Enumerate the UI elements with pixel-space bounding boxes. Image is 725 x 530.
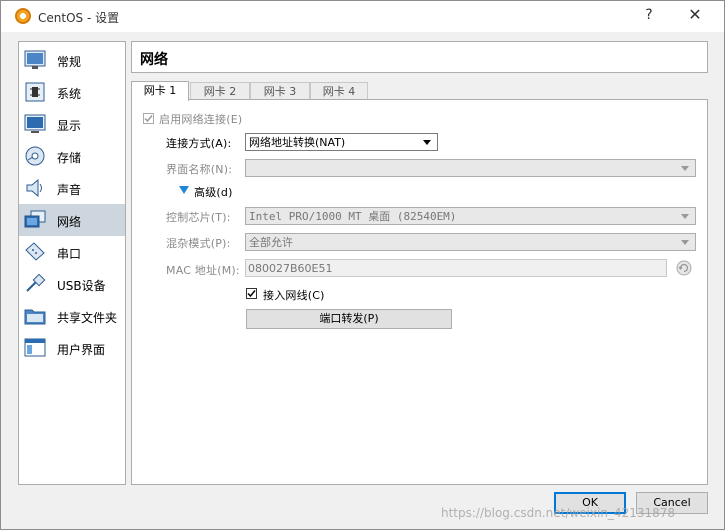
chevron-down-icon bbox=[681, 240, 689, 245]
mac-address-label: MAC 地址(M): bbox=[166, 264, 240, 277]
sidebar-item-usb[interactable]: USB设备 bbox=[19, 268, 125, 300]
sidebar-item-system[interactable]: 系统 bbox=[19, 76, 125, 108]
page-header: 网络 bbox=[131, 41, 708, 73]
watermark-text: https://blog.csdn.net/weixin_42131878 bbox=[441, 506, 676, 520]
sidebar-item-audio[interactable]: 声音 bbox=[19, 172, 125, 204]
page-title: 网络 bbox=[140, 52, 168, 68]
sidebar-item-label: 显示 bbox=[57, 119, 82, 133]
settings-sidebar: 常规 系统 显示 存储 声音 网络 串口 USB设备 共享文件夹 用户界面 bbox=[18, 41, 126, 485]
title-bar: CentOS - 设置 ? ✕ bbox=[1, 1, 724, 32]
tab-adapter-3[interactable]: 网卡 3 bbox=[250, 82, 310, 100]
sidebar-item-display[interactable]: 显示 bbox=[19, 108, 125, 140]
sidebar-item-serial-port[interactable]: 串口 bbox=[19, 236, 125, 268]
adapter-type-select[interactable]: Intel PRO/1000 MT 桌面 (82540EM) bbox=[245, 207, 696, 225]
sidebar-item-shared-folders[interactable]: 共享文件夹 bbox=[19, 300, 125, 332]
adapter-name-label: 界面名称(N): bbox=[166, 163, 233, 176]
help-button[interactable]: ? bbox=[637, 7, 661, 27]
adapter-type-value: Intel PRO/1000 MT 桌面 (82540EM) bbox=[249, 210, 457, 223]
tab-adapter-1[interactable]: 网卡 1 bbox=[131, 81, 189, 101]
adapter-type-label: 控制芯片(T): bbox=[166, 211, 231, 224]
enable-adapter-checkbox[interactable] bbox=[143, 113, 154, 124]
tab-adapter-4[interactable]: 网卡 4 bbox=[310, 82, 368, 100]
user-interface-icon bbox=[24, 338, 46, 357]
sidebar-item-label: 串口 bbox=[57, 247, 82, 261]
sidebar-item-label: 常规 bbox=[57, 55, 82, 69]
attached-to-label: 连接方式(A): bbox=[166, 137, 232, 150]
advanced-toggle[interactable]: 高级(d) bbox=[194, 184, 233, 200]
sidebar-item-label: 网络 bbox=[57, 215, 82, 229]
virtualbox-icon bbox=[15, 8, 31, 24]
audio-icon bbox=[26, 178, 42, 198]
system-icon bbox=[25, 82, 45, 102]
sidebar-item-label: 用户界面 bbox=[57, 343, 106, 357]
settings-window: CentOS - 设置 ? ✕ 常规 系统 显示 存储 声音 网络 串口 USB… bbox=[0, 0, 725, 530]
promiscuous-mode-label: 混杂模式(P): bbox=[166, 237, 231, 250]
chevron-down-icon bbox=[423, 140, 431, 145]
tab-adapter-2[interactable]: 网卡 2 bbox=[190, 82, 250, 100]
promiscuous-mode-select[interactable]: 全部允许 bbox=[245, 233, 696, 251]
sidebar-item-label: 声音 bbox=[57, 183, 82, 197]
serial-port-icon bbox=[25, 242, 45, 261]
sidebar-item-user-interface[interactable]: 用户界面 bbox=[19, 332, 125, 364]
shared-folder-icon bbox=[24, 309, 46, 325]
attached-to-select[interactable]: 网络地址转换(NAT) bbox=[245, 133, 438, 151]
refresh-mac-icon[interactable] bbox=[676, 260, 692, 276]
network-icon bbox=[24, 210, 46, 228]
check-icon bbox=[247, 290, 256, 298]
adapter-panel bbox=[131, 99, 708, 485]
enable-adapter-label: 启用网络连接(E) bbox=[159, 113, 243, 126]
chevron-down-icon bbox=[681, 214, 689, 219]
sidebar-item-storage[interactable]: 存储 bbox=[19, 140, 125, 172]
cable-connected-label: 接入网线(C) bbox=[263, 289, 325, 302]
cable-connected-checkbox[interactable] bbox=[246, 288, 257, 299]
general-icon bbox=[24, 50, 46, 69]
sidebar-item-label: 共享文件夹 bbox=[57, 311, 118, 325]
port-forwarding-button[interactable]: 端口转发(P) bbox=[246, 309, 452, 329]
display-icon bbox=[24, 114, 46, 133]
mac-address-field[interactable]: 080027B60E51 bbox=[245, 259, 667, 277]
expand-triangle-icon[interactable] bbox=[179, 186, 189, 194]
attached-to-value: 网络地址转换(NAT) bbox=[249, 136, 346, 149]
adapter-name-select[interactable] bbox=[245, 159, 696, 177]
check-icon bbox=[144, 115, 153, 123]
window-title: CentOS - 设置 bbox=[38, 11, 120, 25]
sidebar-item-label: 系统 bbox=[57, 87, 82, 101]
sidebar-item-label: 存储 bbox=[57, 151, 82, 165]
close-button[interactable]: ✕ bbox=[683, 5, 707, 27]
sidebar-item-label: USB设备 bbox=[57, 279, 106, 293]
sidebar-item-network[interactable]: 网络 bbox=[19, 204, 125, 236]
promiscuous-mode-value: 全部允许 bbox=[249, 236, 293, 249]
chevron-down-icon bbox=[681, 166, 689, 171]
storage-icon bbox=[25, 146, 45, 166]
sidebar-item-general[interactable]: 常规 bbox=[19, 44, 125, 76]
usb-icon bbox=[26, 274, 46, 292]
